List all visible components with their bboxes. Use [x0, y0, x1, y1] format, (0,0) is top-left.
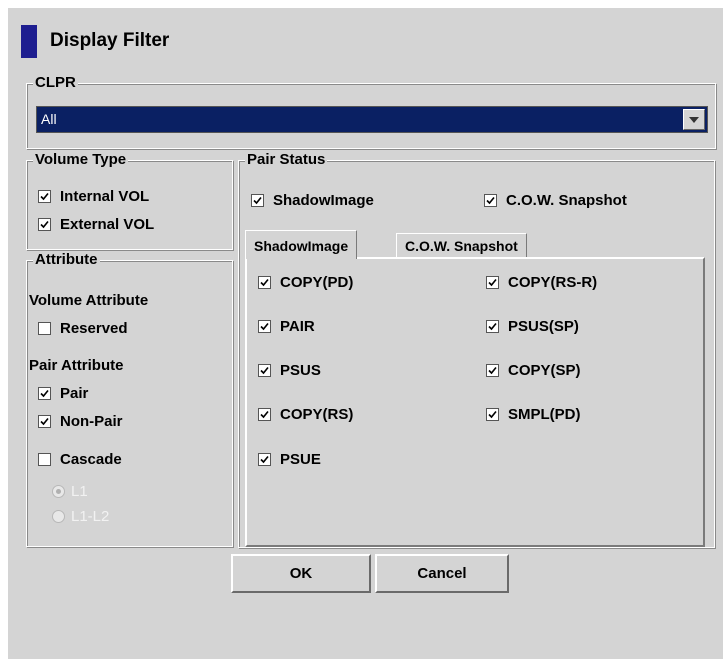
cow-snapshot-checkbox[interactable]: C.O.W. Snapshot: [484, 192, 627, 209]
volume-attribute-label: Volume Attribute: [29, 292, 149, 309]
status-label: PAIR: [280, 318, 315, 335]
status-pair-checkbox[interactable]: PAIR: [258, 318, 315, 335]
checkbox-check-icon: [38, 387, 51, 400]
internal-vol-checkbox[interactable]: Internal VOL: [38, 188, 149, 205]
status-psus-sp-checkbox[interactable]: PSUS(SP): [486, 318, 579, 335]
external-vol-checkbox[interactable]: External VOL: [38, 216, 154, 233]
status-copy-rs-r-checkbox[interactable]: COPY(RS-R): [486, 274, 597, 291]
level-l1-radio[interactable]: L1: [52, 483, 88, 500]
pair-attribute-label: Pair Attribute: [29, 357, 124, 374]
shadowimage-label: ShadowImage: [273, 192, 374, 209]
status-label: PSUS(SP): [508, 318, 579, 335]
checkbox-check-icon: [486, 320, 499, 333]
tab-shadowimage[interactable]: ShadowImage: [245, 230, 358, 259]
attribute-legend: Attribute: [33, 251, 100, 269]
checkbox-check-icon: [486, 276, 499, 289]
checkbox-check-icon: [486, 408, 499, 421]
pair-checkbox[interactable]: Pair: [38, 385, 88, 402]
checkbox-check-icon: [258, 276, 271, 289]
cow-snapshot-label: C.O.W. Snapshot: [506, 192, 627, 209]
shadowimage-checkbox[interactable]: ShadowImage: [251, 192, 374, 209]
display-filter-dialog: Display Filter CLPR All Volume Type Inte…: [8, 8, 723, 659]
ok-button[interactable]: OK: [231, 554, 371, 593]
title-marker: [21, 25, 37, 58]
status-label: PSUE: [280, 451, 321, 468]
checkbox-check-icon: [38, 218, 51, 231]
checkbox-check-icon: [258, 364, 271, 377]
dialog-title: Display Filter: [50, 30, 170, 51]
non-pair-checkbox[interactable]: Non-Pair: [38, 413, 123, 430]
checkbox-check-icon: [258, 453, 271, 466]
reserved-checkbox[interactable]: Reserved: [38, 320, 128, 337]
checkbox-check-icon: [38, 190, 51, 203]
status-label: COPY(RS-R): [508, 274, 598, 291]
pair-label: Pair: [60, 385, 89, 402]
radio-unselected-icon: [52, 510, 65, 523]
clpr-select[interactable]: All: [36, 106, 708, 133]
internal-vol-label: Internal VOL: [60, 188, 150, 205]
cascade-label: Cascade: [60, 451, 122, 468]
status-label: SMPL(PD): [508, 406, 581, 423]
pair-status-legend: Pair Status: [245, 151, 328, 169]
status-psus-checkbox[interactable]: PSUS: [258, 362, 321, 379]
level-l1-l2-label: L1-L2: [71, 508, 110, 525]
status-psue-checkbox[interactable]: PSUE: [258, 451, 321, 468]
cascade-checkbox[interactable]: Cascade: [38, 451, 122, 468]
checkbox-check-icon: [38, 415, 51, 428]
checkbox-check-icon: [251, 194, 264, 207]
checkbox-check-icon: [258, 320, 271, 333]
shadowimage-tab-panel: [245, 257, 705, 547]
volume-type-group: Volume Type: [26, 151, 233, 250]
external-vol-label: External VOL: [60, 216, 155, 233]
reserved-label: Reserved: [60, 320, 128, 337]
clpr-selected-value: All: [41, 111, 57, 127]
checkbox-check-icon: [484, 194, 497, 207]
tab-cow-snapshot[interactable]: C.O.W. Snapshot: [396, 233, 527, 257]
status-copy-pd-checkbox[interactable]: COPY(PD): [258, 274, 353, 291]
status-copy-rs-checkbox[interactable]: COPY(RS): [258, 406, 353, 423]
status-label: COPY(PD): [280, 274, 354, 291]
non-pair-label: Non-Pair: [60, 413, 123, 430]
status-label: COPY(SP): [508, 362, 581, 379]
clpr-legend: CLPR: [33, 74, 78, 92]
checkbox-check-icon: [258, 408, 271, 421]
checkbox-check-icon: [486, 364, 499, 377]
status-label: PSUS: [280, 362, 321, 379]
cancel-button[interactable]: Cancel: [375, 554, 509, 593]
status-copy-sp-checkbox[interactable]: COPY(SP): [486, 362, 581, 379]
level-l1-l2-radio[interactable]: L1-L2: [52, 508, 109, 525]
radio-selected-icon: [52, 485, 65, 498]
level-l1-label: L1: [71, 483, 88, 500]
status-smpl-pd-checkbox[interactable]: SMPL(PD): [486, 406, 581, 423]
chevron-down-icon[interactable]: [683, 109, 705, 130]
status-label: COPY(RS): [280, 406, 354, 423]
volume-type-legend: Volume Type: [33, 151, 129, 169]
